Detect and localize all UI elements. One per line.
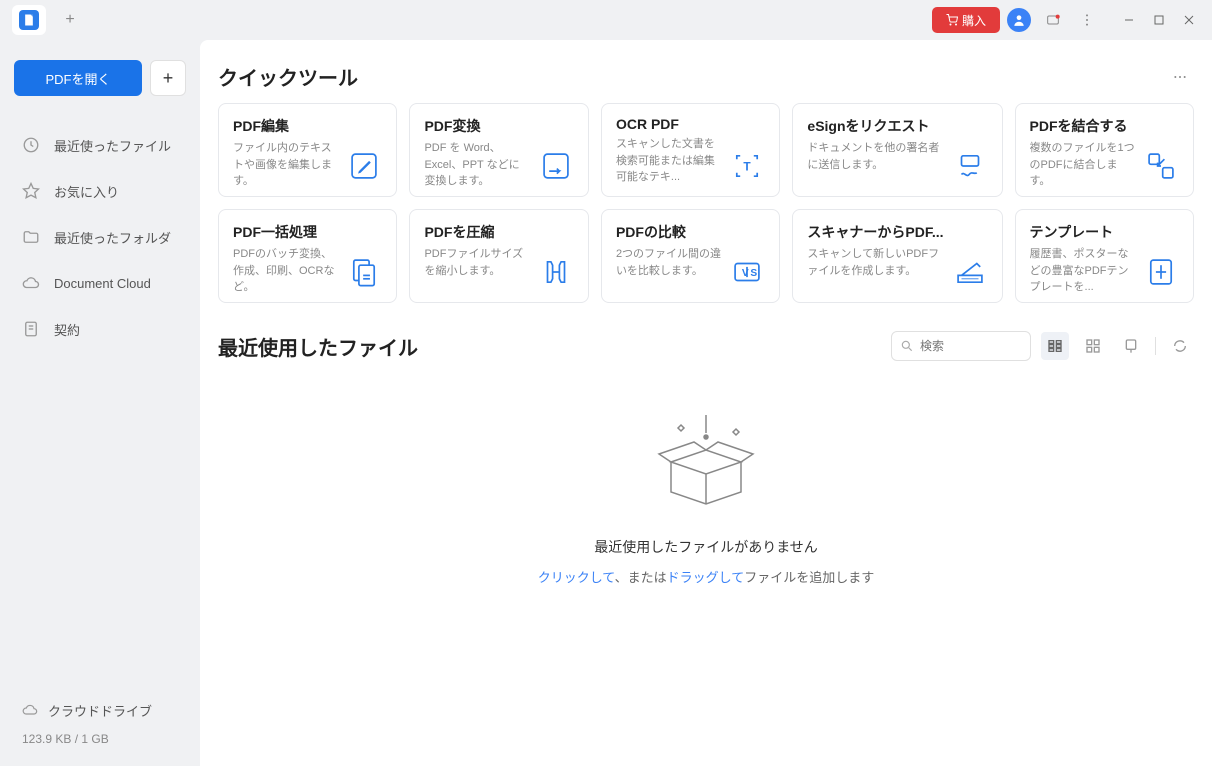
tool-desc: スキャンした文書を検索可能または編集可能なテキ... — [616, 136, 721, 186]
main-content: クイックツール PDF編集ファイル内のテキストや画像を編集します。 PDF変換P… — [200, 40, 1212, 766]
cart-icon — [946, 14, 958, 26]
clock-icon — [22, 136, 40, 154]
tool-card-templates[interactable]: テンプレート履歴書、ポスターなどの豊富なPDFテンプレートを... — [1015, 209, 1194, 303]
empty-state: 最近使用したファイルがありません クリックして、またはドラッグしてファイルを追加… — [218, 373, 1194, 586]
cloud-icon — [22, 702, 40, 720]
sidebar-item-recent-folders[interactable]: 最近使ったフォルダ — [14, 214, 186, 260]
compare-icon: VS — [729, 254, 765, 290]
drag-to-add-link[interactable]: ドラッグして — [667, 570, 745, 585]
search-icon — [900, 339, 914, 353]
tool-title: eSignをリクエスト — [807, 116, 943, 136]
avatar-icon — [1007, 8, 1031, 32]
user-avatar[interactable] — [1004, 5, 1034, 35]
cloud-icon — [22, 274, 40, 292]
ocr-icon: T — [729, 148, 765, 184]
template-icon — [1143, 254, 1179, 290]
tool-title: PDF変換 — [424, 116, 529, 136]
titlebar: + 購入 — [0, 0, 1212, 40]
sidebar-item-label: 最近使ったファイル — [54, 136, 171, 155]
convert-icon — [538, 148, 574, 184]
svg-text:S: S — [751, 268, 758, 279]
sidebar-item-label: 最近使ったフォルダ — [54, 228, 171, 247]
tools-grid: PDF編集ファイル内のテキストや画像を編集します。 PDF変換 PDF を Wor… — [218, 103, 1194, 303]
tool-card-scanner[interactable]: スキャナーからPDF... スキャンして新しいPDFファイルを作成します。 — [792, 209, 1002, 303]
tool-card-combine[interactable]: PDFを結合する複数のファイルを1つのPDFに結合します。 — [1015, 103, 1194, 197]
list-view-button[interactable] — [1041, 332, 1069, 360]
tool-card-esign[interactable]: eSignをリクエストドキュメントを他の署名者に送信します。 — [792, 103, 1002, 197]
tool-card-ocr[interactable]: OCR PDF スキャンした文書を検索可能または編集可能なテキ... T — [601, 103, 780, 197]
tool-card-edit[interactable]: PDF編集ファイル内のテキストや画像を編集します。 — [218, 103, 397, 197]
sidebar: PDFを開く + 最近使ったファイル お気に入り 最近使ったフォルダ Docum… — [0, 40, 200, 766]
search-box[interactable] — [891, 331, 1031, 361]
minimize-button[interactable] — [1114, 5, 1144, 35]
new-tab-button[interactable]: + — [58, 8, 82, 32]
close-button[interactable] — [1174, 5, 1204, 35]
sidebar-item-document-cloud[interactable]: Document Cloud — [14, 260, 186, 306]
compress-icon — [538, 254, 574, 290]
pin-view-button[interactable] — [1117, 332, 1145, 360]
tool-title: PDFを圧縮 — [424, 222, 529, 242]
tool-desc: PDF を Word、Excel、PPT などに変換します。 — [424, 140, 529, 190]
tool-title: PDF一括処理 — [233, 222, 338, 242]
grid-view-button[interactable] — [1079, 332, 1107, 360]
sidebar-item-favorites[interactable]: お気に入り — [14, 168, 186, 214]
tool-desc: ドキュメントを他の署名者に送信します。 — [807, 140, 943, 173]
app-logo-icon — [19, 10, 39, 30]
buy-button[interactable]: 購入 — [932, 7, 1000, 33]
tool-title: PDF編集 — [233, 116, 338, 136]
refresh-button[interactable] — [1166, 332, 1194, 360]
tool-desc: スキャンして新しいPDFファイルを作成します。 — [807, 246, 943, 279]
sidebar-item-label: 契約 — [54, 320, 80, 339]
tool-card-convert[interactable]: PDF変換 PDF を Word、Excel、PPT などに変換します。 — [409, 103, 588, 197]
more-menu-button[interactable] — [1072, 5, 1102, 35]
app-tab[interactable] — [12, 5, 46, 35]
maximize-button[interactable] — [1144, 5, 1174, 35]
tool-card-batch[interactable]: PDF一括処理 PDFのバッチ変換、作成、印刷、OCRなど。 — [218, 209, 397, 303]
tool-card-compress[interactable]: PDFを圧縮 PDFファイルサイズを縮小します。 — [409, 209, 588, 303]
tool-desc: PDFのバッチ変換、作成、印刷、OCRなど。 — [233, 246, 338, 296]
notification-button[interactable] — [1038, 5, 1068, 35]
click-to-add-link[interactable]: クリックして — [538, 570, 615, 585]
tool-title: テンプレート — [1030, 222, 1135, 242]
sidebar-item-contracts[interactable]: 契約 — [14, 306, 186, 352]
quick-tools-menu-button[interactable] — [1166, 63, 1194, 91]
tool-desc: PDFファイルサイズを縮小します。 — [424, 246, 529, 279]
tool-desc: 履歴書、ポスターなどの豊富なPDFテンプレートを... — [1030, 246, 1135, 296]
tool-title: スキャナーからPDF... — [807, 222, 943, 242]
tool-title: PDFの比較 — [616, 222, 721, 242]
window-controls — [1114, 5, 1204, 35]
empty-title: 最近使用したファイルがありません — [594, 537, 818, 557]
cloud-drive-link[interactable]: クラウドドライブ — [14, 695, 186, 726]
new-button[interactable]: + — [150, 60, 186, 96]
tool-title: OCR PDF — [616, 116, 721, 132]
document-icon — [22, 320, 40, 338]
storage-usage-text: 123.9 KB / 1 GB — [14, 726, 186, 752]
star-icon — [22, 182, 40, 200]
esign-icon — [952, 148, 988, 184]
batch-icon — [346, 254, 382, 290]
cloud-drive-label: クラウドドライブ — [48, 701, 152, 720]
combine-icon — [1143, 148, 1179, 184]
svg-text:V: V — [742, 268, 749, 279]
sidebar-item-recent[interactable]: 最近使ったファイル — [14, 122, 186, 168]
tool-title: PDFを結合する — [1030, 116, 1135, 136]
folder-icon — [22, 228, 40, 246]
edit-icon — [346, 148, 382, 184]
tool-desc: 複数のファイルを1つのPDFに結合します。 — [1030, 140, 1135, 190]
tool-desc: ファイル内のテキストや画像を編集します。 — [233, 140, 338, 190]
buy-label: 購入 — [962, 12, 986, 29]
tool-card-compare[interactable]: PDFの比較 2つのファイル間の違いを比較します。 VS — [601, 209, 780, 303]
sidebar-item-label: お気に入り — [54, 182, 119, 201]
empty-subtitle: クリックして、またはドラッグしてファイルを追加します — [538, 567, 875, 586]
open-pdf-button[interactable]: PDFを開く — [14, 60, 142, 96]
empty-box-icon — [641, 407, 771, 517]
recent-files-title: 最近使用したファイル — [218, 332, 418, 361]
tool-desc: 2つのファイル間の違いを比較します。 — [616, 246, 721, 279]
search-input[interactable] — [920, 339, 1022, 353]
sidebar-item-label: Document Cloud — [54, 276, 151, 291]
scanner-icon — [952, 254, 988, 290]
svg-text:T: T — [744, 159, 752, 173]
quick-tools-title: クイックツール — [218, 62, 358, 91]
